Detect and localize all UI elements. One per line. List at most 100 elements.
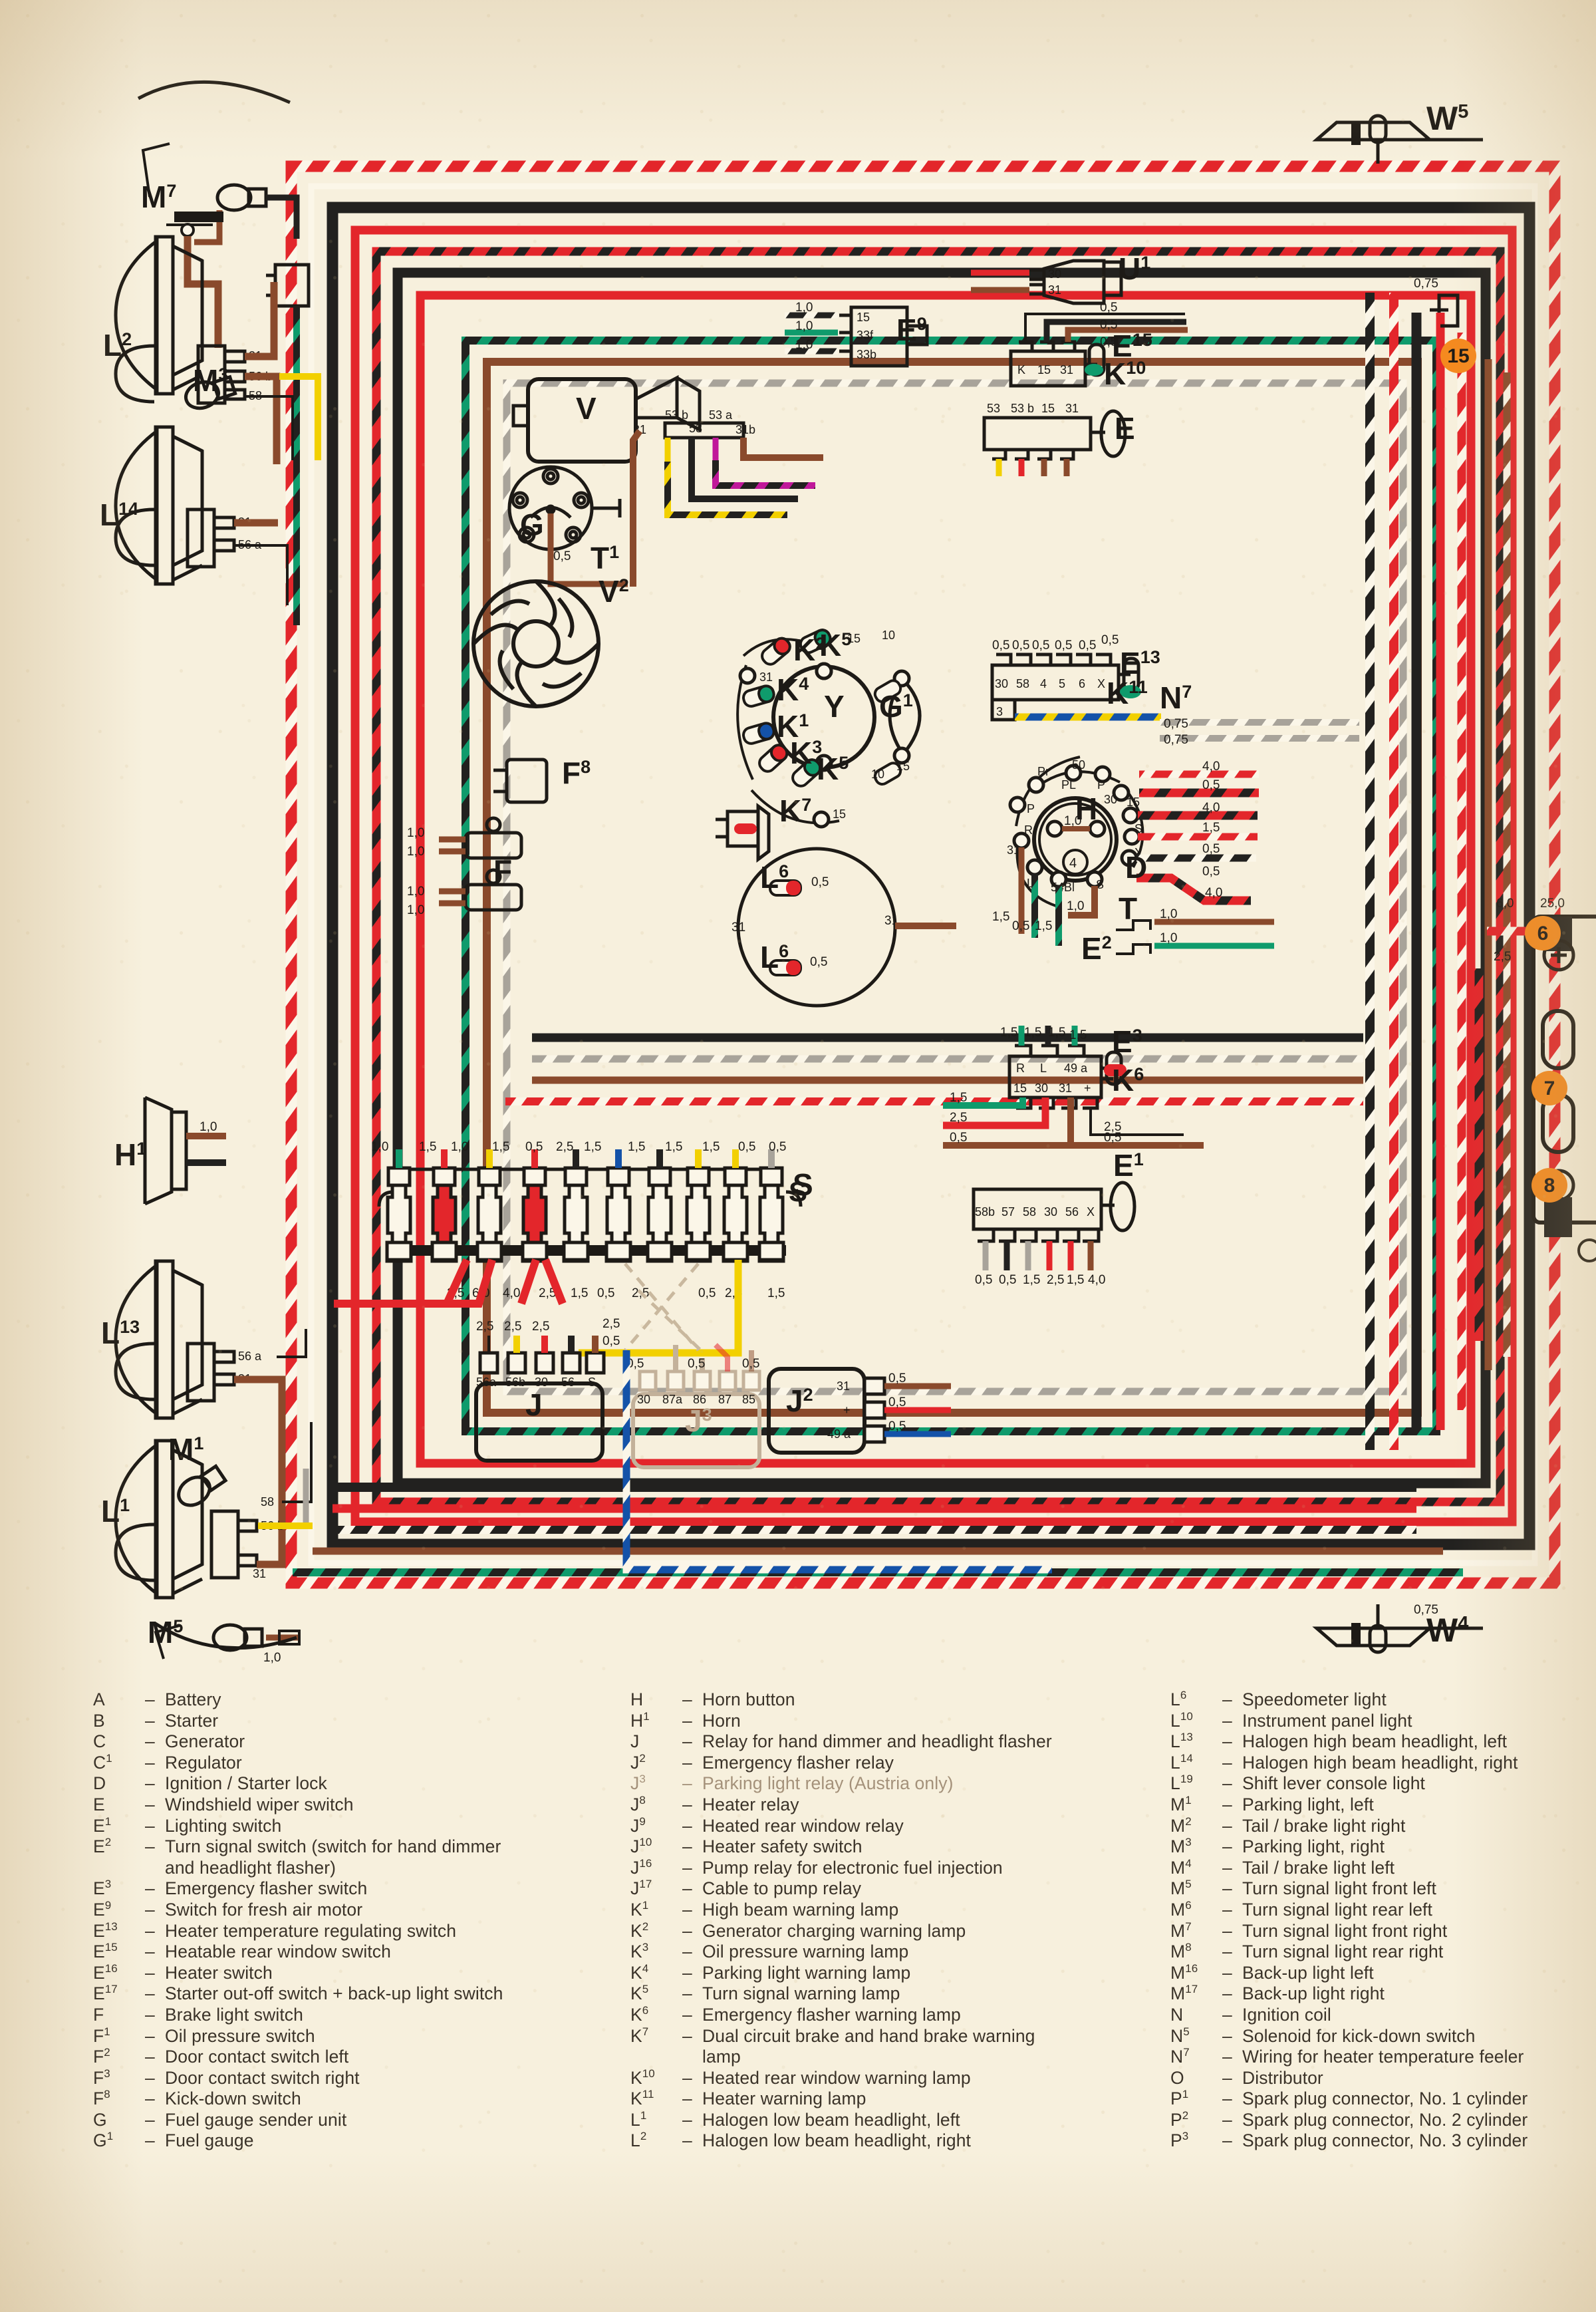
legend-text: Switch for fresh air motor	[165, 1899, 363, 1920]
component-label-f: F	[493, 853, 512, 888]
legend-text: Parking light warning lamp	[702, 1962, 911, 1983]
legend-key: J9	[630, 1814, 646, 1836]
svg-text:4: 4	[1040, 677, 1047, 690]
legend-text: Turn signal switch (switch for hand dimm…	[165, 1836, 501, 1857]
legend-key: E15	[93, 1941, 118, 1962]
schematic-drawing: 31 56 b 58 31 56 a 1,0 56 a 31 58 56 b 3…	[100, 80, 1596, 1665]
svg-text:15: 15	[857, 311, 870, 324]
legend-key: H	[630, 1689, 644, 1709]
legend-key: J3	[630, 1773, 646, 1794]
legend-dash: –	[1222, 2025, 1232, 2046]
component-label-l1: L1	[101, 1494, 130, 1528]
component-label-e1: E1	[1113, 1148, 1144, 1183]
svg-text:1,5: 1,5	[950, 1091, 967, 1105]
legend-text: Fuel gauge	[165, 2130, 254, 2151]
svg-text:30: 30	[535, 1375, 548, 1389]
component-label-y: Y	[824, 689, 845, 724]
svg-text:56 a: 56 a	[238, 1350, 262, 1363]
svg-text:2,5: 2,5	[602, 1317, 620, 1331]
svg-text:0,5: 0,5	[810, 955, 827, 969]
legend-entry: M4 – Tail / brake light left	[1170, 1858, 1596, 1879]
legend-dash: –	[1222, 1857, 1232, 1878]
legend-entry: K1 – High beam warning lamp	[630, 1900, 1162, 1921]
legend-dash: –	[145, 2047, 155, 2067]
legend-text: Spark plug connector, No. 1 cylinder	[1242, 2089, 1528, 2109]
legend-text: Heater warning lamp	[702, 2089, 866, 2109]
legend-key: P2	[1170, 2109, 1189, 2130]
legend-dash: –	[1222, 1942, 1232, 1962]
svg-text:0,5: 0,5	[602, 1334, 620, 1348]
legend-text: Ignition coil	[1242, 2004, 1331, 2025]
legend-dash: –	[682, 1836, 692, 1857]
legend-text: Halogen low beam headlight, right	[702, 2130, 971, 2151]
wiring-diagram-page: 31 56 b 58 31 56 a 1,0 56 a 31 58 56 b 3…	[0, 0, 1596, 2312]
component-label-u1: U1	[1119, 251, 1150, 286]
svg-text:0,5: 0,5	[888, 1372, 906, 1385]
svg-text:1,5: 1,5	[1023, 1273, 1040, 1287]
legend-text: Shift lever console light	[1242, 1773, 1426, 1794]
component-label-t1: T1	[591, 541, 619, 575]
legend-entry: M5 – Turn signal light front left	[1170, 1878, 1596, 1900]
legend-entry: E – Windshield wiper switch	[93, 1795, 618, 1816]
svg-text:31: 31	[732, 921, 745, 935]
legend-key: K6	[630, 2004, 649, 2025]
legend-dash: –	[145, 1689, 155, 1709]
legend-text: Turn signal light front right	[1242, 1920, 1448, 1941]
svg-text:0,5: 0,5	[1104, 1131, 1121, 1145]
svg-text:58: 58	[1016, 677, 1029, 690]
svg-text:30: 30	[995, 677, 1008, 690]
legend-dash: –	[682, 2130, 692, 2151]
legend-key: N	[1170, 2004, 1184, 2025]
legend-dash: –	[682, 1794, 692, 1814]
legend-dash: –	[1222, 1836, 1232, 1857]
legend-entry: N5 – Solenoid for kick-down switch	[1170, 2026, 1596, 2047]
svg-text:31: 31	[1048, 283, 1061, 297]
legend-dash: –	[682, 1962, 692, 1983]
legend-text: Instrument panel light	[1242, 1710, 1412, 1731]
svg-text:1,0: 1,0	[407, 885, 424, 899]
svg-text:1,5: 1,5	[571, 1286, 588, 1300]
legend-text: Halogen low beam headlight, left	[702, 2109, 960, 2130]
legend-entry: J3 – Parking light relay (Austria only)	[630, 1773, 1162, 1795]
legend-entry: G1 – Fuel gauge	[93, 2130, 618, 2152]
legend-key: K3	[630, 1941, 649, 1962]
legend-key: E9	[93, 1899, 112, 1920]
svg-text:1,5: 1,5	[1035, 919, 1052, 933]
legend-key: E2	[93, 1836, 112, 1857]
svg-text:0,5: 0,5	[597, 1286, 614, 1300]
legend-text: Tail / brake light right	[1242, 1815, 1406, 1836]
legend-key: M16	[1170, 1961, 1198, 1983]
legend-key: F	[93, 2004, 104, 2025]
svg-text:4: 4	[1069, 856, 1077, 871]
svg-text:PL: PL	[1061, 778, 1076, 792]
component-label-v: V	[576, 391, 597, 426]
legend-text: Heater temperature regulating switch	[165, 1920, 457, 1941]
legend-key: L13	[1170, 1731, 1193, 1752]
svg-text:1,0: 1,0	[200, 1120, 217, 1134]
legend-key: J2	[630, 1751, 646, 1773]
legend-dash: –	[145, 2067, 155, 2088]
svg-text:53 b: 53 b	[665, 408, 688, 422]
legend-entry: L19 – Shift lever console light	[1170, 1773, 1596, 1795]
svg-text:0,5: 0,5	[1032, 639, 1049, 652]
svg-text:30: 30	[1044, 1205, 1057, 1219]
svg-text:0,5: 0,5	[950, 1131, 967, 1145]
svg-text:0,5: 0,5	[1100, 301, 1117, 315]
legend-entry: K10 – Heated rear window warning lamp	[630, 2068, 1162, 2089]
svg-text:30: 30	[637, 1393, 650, 1406]
legend-text: lamp	[702, 2047, 741, 2067]
component-label-g1: G1	[879, 689, 913, 724]
svg-text:85: 85	[742, 1393, 755, 1406]
svg-text:31: 31	[1065, 402, 1079, 415]
svg-text:1,0: 1,0	[795, 301, 813, 315]
svg-text:53: 53	[987, 402, 1000, 415]
legend-text: Horn button	[702, 1689, 795, 1709]
svg-text:53 b: 53 b	[1011, 402, 1034, 415]
legend-key: M4	[1170, 1856, 1192, 1878]
component-label-j: J	[525, 1387, 543, 1422]
legend-text: Generator	[165, 1731, 245, 1752]
legend-key: F8	[93, 2088, 110, 2109]
legend-entry: N7 – Wiring for heater temperature feeler	[1170, 2047, 1596, 2068]
legend-entry: C1 – Regulator	[93, 1753, 618, 1774]
svg-text:0,75: 0,75	[1164, 717, 1188, 731]
